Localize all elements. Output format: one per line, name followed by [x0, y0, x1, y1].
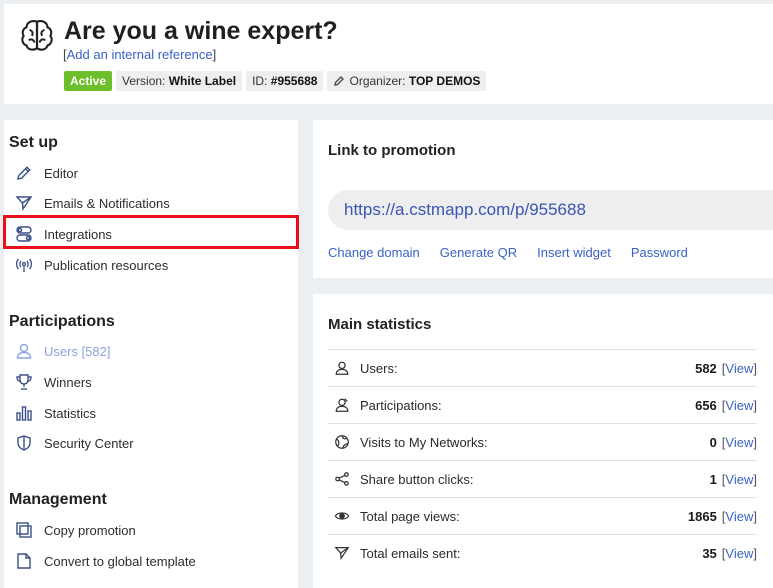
send-icon [13, 192, 35, 214]
stat-value: 0 [709, 434, 717, 450]
view-link[interactable]: View [725, 398, 753, 413]
organizer-badge[interactable]: Organizer: TOP DEMOS [327, 71, 487, 91]
participations-section-title: Participations [9, 313, 115, 330]
sidebar-item-label: Editor [44, 165, 78, 181]
id-label: ID: [252, 74, 268, 88]
stat-label: Visits to My Networks: [360, 434, 488, 450]
version-badge: Version: White Label [116, 71, 243, 91]
globe-icon [332, 432, 352, 452]
stat-row-participations: Participations: 656 [View] [328, 386, 757, 423]
stat-row-visits: Visits to My Networks: 0 [View] [328, 423, 757, 460]
selection-highlight [3, 215, 299, 249]
participation-icon [332, 395, 352, 415]
sidebar-item-emails[interactable]: Emails & Notifications [9, 189, 299, 217]
organizer-value: TOP DEMOS [408, 74, 481, 88]
stat-view: [View] [721, 471, 757, 487]
generate-qr-link[interactable]: Generate QR [440, 245, 517, 260]
stat-row-share-clicks: Share button clicks: 1 [View] [328, 460, 757, 497]
stat-row-page-views: Total page views: 1865 [View] [328, 497, 757, 534]
stat-value: 1 [709, 471, 717, 487]
add-reference-link[interactable]: Add an internal reference [67, 47, 213, 62]
stat-value: 1865 [687, 508, 717, 524]
user-icon [13, 340, 35, 362]
stat-row-emails-sent: Total emails sent: 35 [View] [328, 534, 757, 571]
trophy-icon [13, 371, 35, 393]
sidebar-item-editor[interactable]: Editor [9, 159, 299, 187]
management-section-title: Management [9, 491, 107, 508]
eye-icon [332, 506, 352, 526]
user-icon [332, 358, 352, 378]
link-actions: Change domain Generate QR Insert widget … [328, 245, 688, 260]
sidebar-item-label: Convert to global template [44, 553, 196, 569]
stat-view: [View] [721, 545, 757, 561]
stat-label: Share button clicks: [360, 471, 474, 487]
brain-icon [21, 20, 53, 51]
promotion-header: Are you a wine expert? [Add an internal … [4, 4, 773, 104]
sidebar-item-label: Winners [44, 374, 92, 390]
link-card-title: Link to promotion [328, 142, 456, 159]
sidebar: Set up Editor Emails & Notifications Int… [4, 120, 298, 588]
view-link[interactable]: View [725, 472, 753, 487]
stat-label: Participations: [360, 397, 442, 413]
bar-chart-icon [13, 402, 35, 424]
sidebar-item-copy-promotion[interactable]: Copy promotion [9, 516, 299, 544]
stat-value: 35 [702, 545, 717, 561]
id-badge: ID: #955688 [246, 71, 324, 91]
change-domain-link[interactable]: Change domain [328, 245, 420, 260]
sidebar-item-label: Copy promotion [44, 522, 136, 538]
stats-card-title: Main statistics [328, 316, 432, 333]
shield-icon [13, 432, 35, 454]
stat-label: Total page views: [360, 508, 460, 524]
id-value: #955688 [270, 74, 318, 88]
setup-section-title: Set up [9, 134, 58, 151]
sidebar-item-label: Publication resources [44, 257, 169, 273]
broadcast-icon [13, 254, 35, 276]
stat-value: 582 [695, 360, 717, 376]
stat-label: Users: [360, 360, 398, 376]
stat-label: Total emails sent: [360, 545, 461, 561]
share-icon [332, 469, 352, 489]
sidebar-item-label: Users [582] [44, 343, 111, 359]
link-card: Link to promotion https://a.cstmapp.com/… [313, 120, 773, 278]
view-link[interactable]: View [725, 361, 753, 376]
sidebar-item-statistics[interactable]: Statistics [9, 399, 299, 427]
stat-value: 656 [695, 397, 717, 413]
page-title: Are you a wine expert? [64, 17, 338, 45]
copy-icon [13, 519, 35, 541]
status-badge: Active [64, 71, 113, 91]
stat-view: [View] [721, 397, 757, 413]
main-statistics-card: Main statistics Users: 582 [View] Partic… [313, 294, 773, 588]
sidebar-item-winners[interactable]: Winners [9, 368, 299, 396]
sidebar-item-publication-resources[interactable]: Publication resources [9, 251, 299, 279]
sidebar-item-label: Statistics [44, 405, 97, 421]
stat-view: [View] [721, 434, 757, 450]
pencil-icon [334, 76, 345, 86]
document-icon [13, 550, 35, 572]
pencil-icon [13, 162, 35, 184]
organizer-label: Organizer: [349, 74, 406, 88]
stat-row-users: Users: 582 [View] [328, 349, 757, 386]
version-label: Version: [122, 74, 166, 88]
sidebar-item-security-center[interactable]: Security Center [9, 429, 299, 457]
send-icon [332, 543, 352, 563]
view-link[interactable]: View [725, 435, 753, 450]
sidebar-item-label: Emails & Notifications [44, 195, 170, 211]
stat-view: [View] [721, 360, 757, 376]
password-link[interactable]: Password [631, 245, 688, 260]
insert-widget-link[interactable]: Insert widget [537, 245, 611, 260]
version-value: White Label [168, 74, 237, 88]
sidebar-item-convert-template[interactable]: Convert to global template [9, 547, 299, 575]
view-link[interactable]: View [725, 509, 753, 524]
sidebar-item-users[interactable]: Users [582] [9, 337, 299, 365]
promotion-url-field[interactable]: https://a.cstmapp.com/p/955688 [328, 190, 773, 230]
stat-view: [View] [721, 508, 757, 524]
internal-reference: [Add an internal reference] [63, 47, 217, 62]
badge-row: Active Version: White Label ID: #955688 … [64, 71, 487, 91]
sidebar-item-label: Security Center [44, 435, 134, 451]
view-link[interactable]: View [725, 546, 753, 561]
